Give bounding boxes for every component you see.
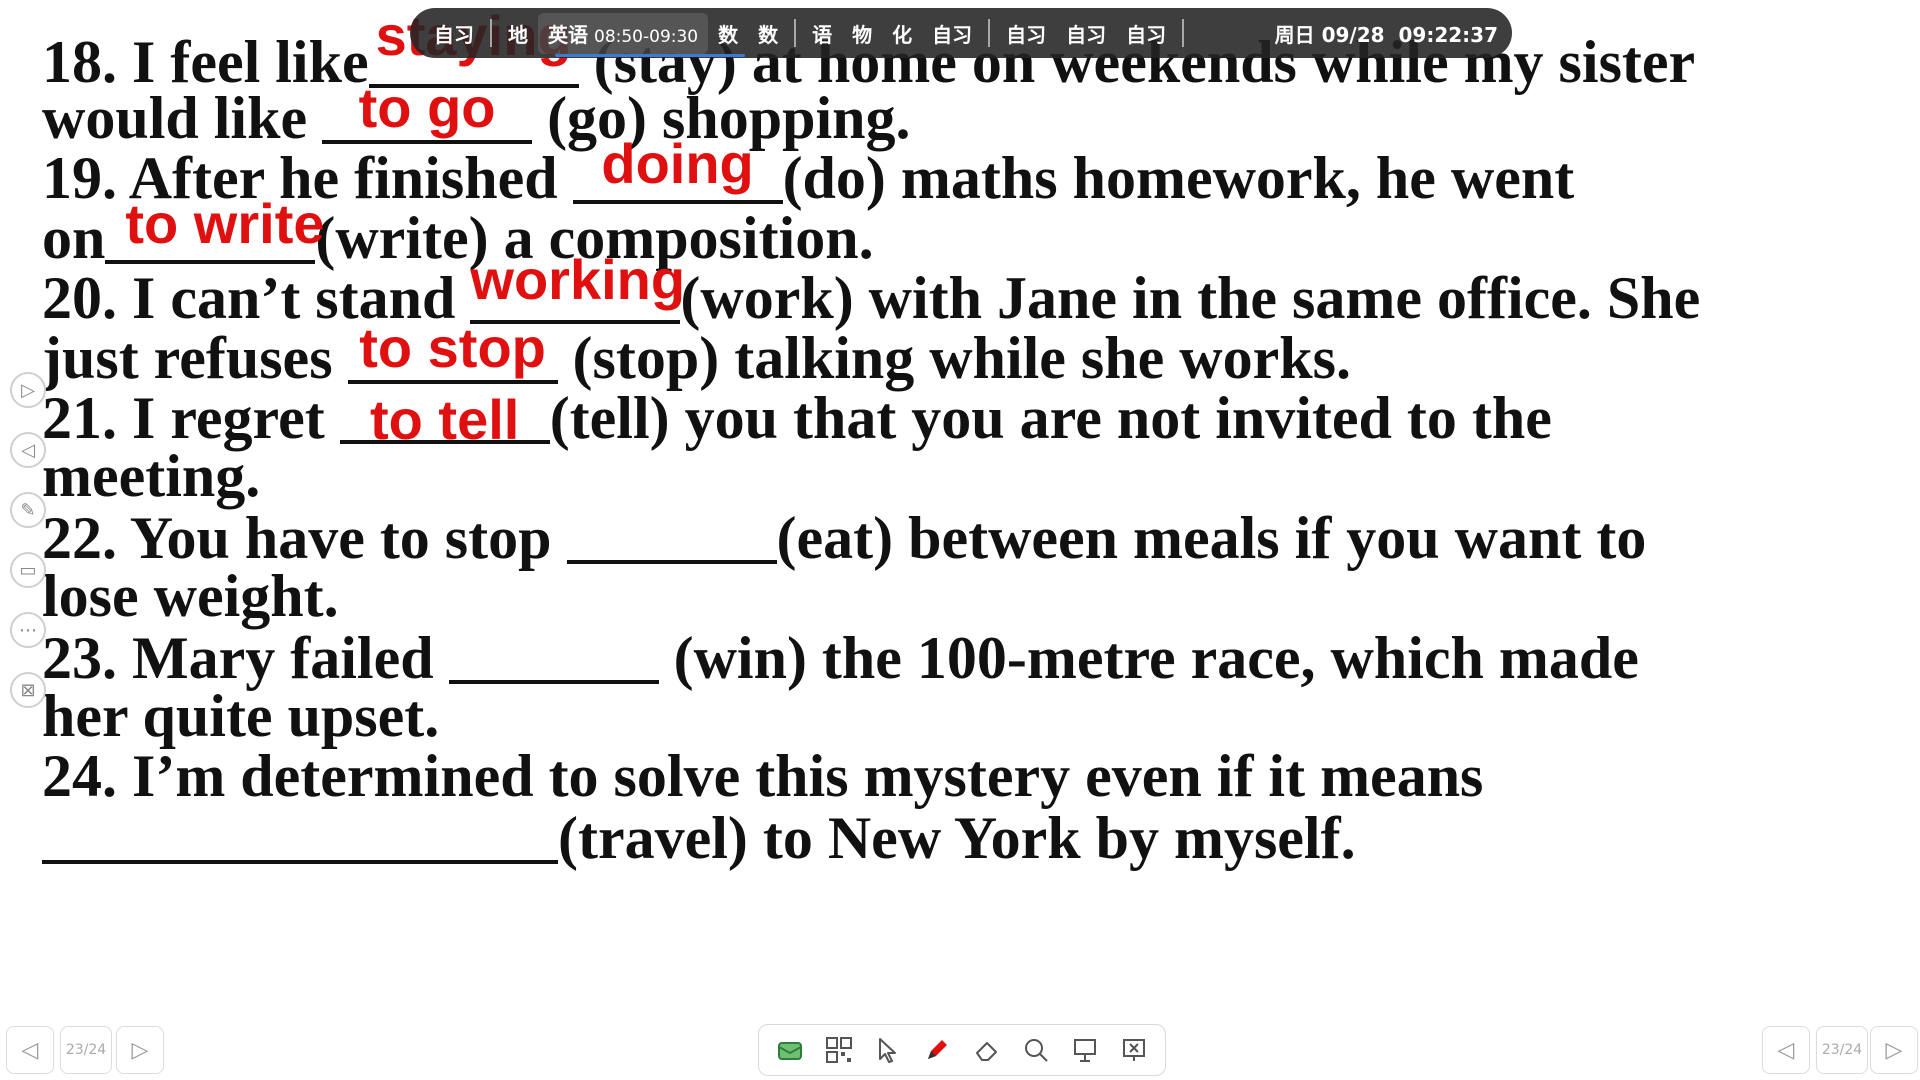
exit-slideshow-icon[interactable] <box>1114 1030 1154 1070</box>
date-time: 周日 09/28 09:22:37 <box>1274 22 1498 47</box>
slide: 18. I feel likestaying (stay) at home on… <box>0 0 1920 1080</box>
question-21-line-2: meeting. <box>42 443 261 509</box>
question-24-line-2: (travel) to New York by myself. <box>42 806 1356 868</box>
question-19-line-2: on to write (write) a composition. <box>42 192 874 271</box>
slide-counter[interactable]: 23/24 <box>60 1026 112 1074</box>
answer-blank <box>42 806 558 864</box>
schedule-item: 物 <box>852 22 873 47</box>
answer-text: to stop <box>359 316 546 379</box>
answer-blank: to write <box>105 194 325 264</box>
chevron-right-icon: ▷ <box>131 1037 149 1063</box>
schedule-item: 自习 <box>1006 22 1047 47</box>
prev-slide-button-right[interactable]: ◁ <box>1762 1026 1810 1074</box>
chevron-right-icon: ▷ <box>1885 1037 1903 1063</box>
question-23-line-1: 23. Mary failed (win) the 100-metre race… <box>42 625 1639 691</box>
more-icon[interactable]: ⋯ <box>10 612 46 648</box>
back-icon[interactable]: ◁ <box>10 432 46 468</box>
pen-icon[interactable] <box>917 1030 957 1070</box>
exit-slideshow-icon[interactable]: ⊠ <box>10 672 46 708</box>
answer-blank <box>566 506 777 564</box>
question-21-line-1: 21. I regret to tell (tell) you that you … <box>42 385 1552 451</box>
schedule-item: 自习 <box>1066 22 1107 47</box>
prev-slide-button[interactable]: ◁ <box>6 1026 54 1074</box>
answer-text: to write <box>125 192 325 255</box>
answer-text: working <box>470 248 686 311</box>
chevron-left-icon: ◁ <box>21 1037 39 1063</box>
answer-text: to go <box>358 76 496 139</box>
answer-text: doing <box>601 132 754 195</box>
chevron-left-icon: ◁ <box>1777 1037 1795 1063</box>
schedule-bar: 自习 地 英语 08:50-09:30 数 数 语 物 化 自习 自习 自习 自习… <box>410 8 1512 58</box>
schedule-item-current: 英语 08:50-09:30 <box>538 12 709 54</box>
schedule-item: 自习 <box>932 22 973 47</box>
question-23-line-2: her quite upset. <box>42 683 440 749</box>
period-progress-bar <box>555 54 745 57</box>
answer-blank: to go <box>322 78 533 144</box>
spotlight-icon[interactable] <box>1065 1030 1105 1070</box>
question-22-line-2: lose weight. <box>42 563 339 629</box>
separator <box>988 19 991 47</box>
pen-icon[interactable]: ✎ <box>10 492 46 528</box>
schedule-item: 数 <box>718 22 739 47</box>
question-24-line-1: 24. I’m determined to solve this mystery… <box>42 743 1484 809</box>
answer-blank: to stop <box>347 318 558 384</box>
annotation-toolbar <box>758 1024 1166 1076</box>
question-20-line-2: just refuses to stop (stop) talking whil… <box>42 316 1351 391</box>
magnifier-icon[interactable] <box>1016 1030 1056 1070</box>
schedule-item: 化 <box>892 22 913 47</box>
current-period-time: 08:50-09:30 <box>594 26 699 47</box>
schedule-item: 自习 <box>1126 22 1167 47</box>
next-slide-button[interactable]: ▷ <box>116 1026 164 1074</box>
slide-counter-right[interactable]: 23/24 <box>1816 1026 1868 1074</box>
schedule-item: 数 <box>758 22 779 47</box>
qr-code-icon[interactable] <box>819 1030 859 1070</box>
answer-blank: doing <box>572 134 783 204</box>
question-22-line-1: 22. You have to stop (eat) between meals… <box>42 505 1647 571</box>
next-slide-button-right[interactable]: ▷ <box>1870 1026 1918 1074</box>
schedule-item: 语 <box>812 22 833 47</box>
board-icon[interactable]: ▭ <box>10 552 46 588</box>
separator <box>490 19 492 47</box>
eraser-icon[interactable] <box>967 1030 1007 1070</box>
pointer-icon[interactable] <box>868 1030 908 1070</box>
schedule-item: 地 <box>508 22 528 47</box>
play-icon[interactable]: ▷ <box>10 372 46 408</box>
answer-blank <box>448 626 659 684</box>
answer-text: to tell <box>370 388 520 451</box>
schedule-item: 自习 <box>434 22 474 47</box>
answer-blank: to tell <box>339 386 550 450</box>
question-20-line-1: 20. I can’t stand working (work) with Jan… <box>42 248 1701 331</box>
separator <box>794 19 797 47</box>
separator <box>1182 19 1185 47</box>
whiteboard-icon[interactable] <box>770 1030 810 1070</box>
